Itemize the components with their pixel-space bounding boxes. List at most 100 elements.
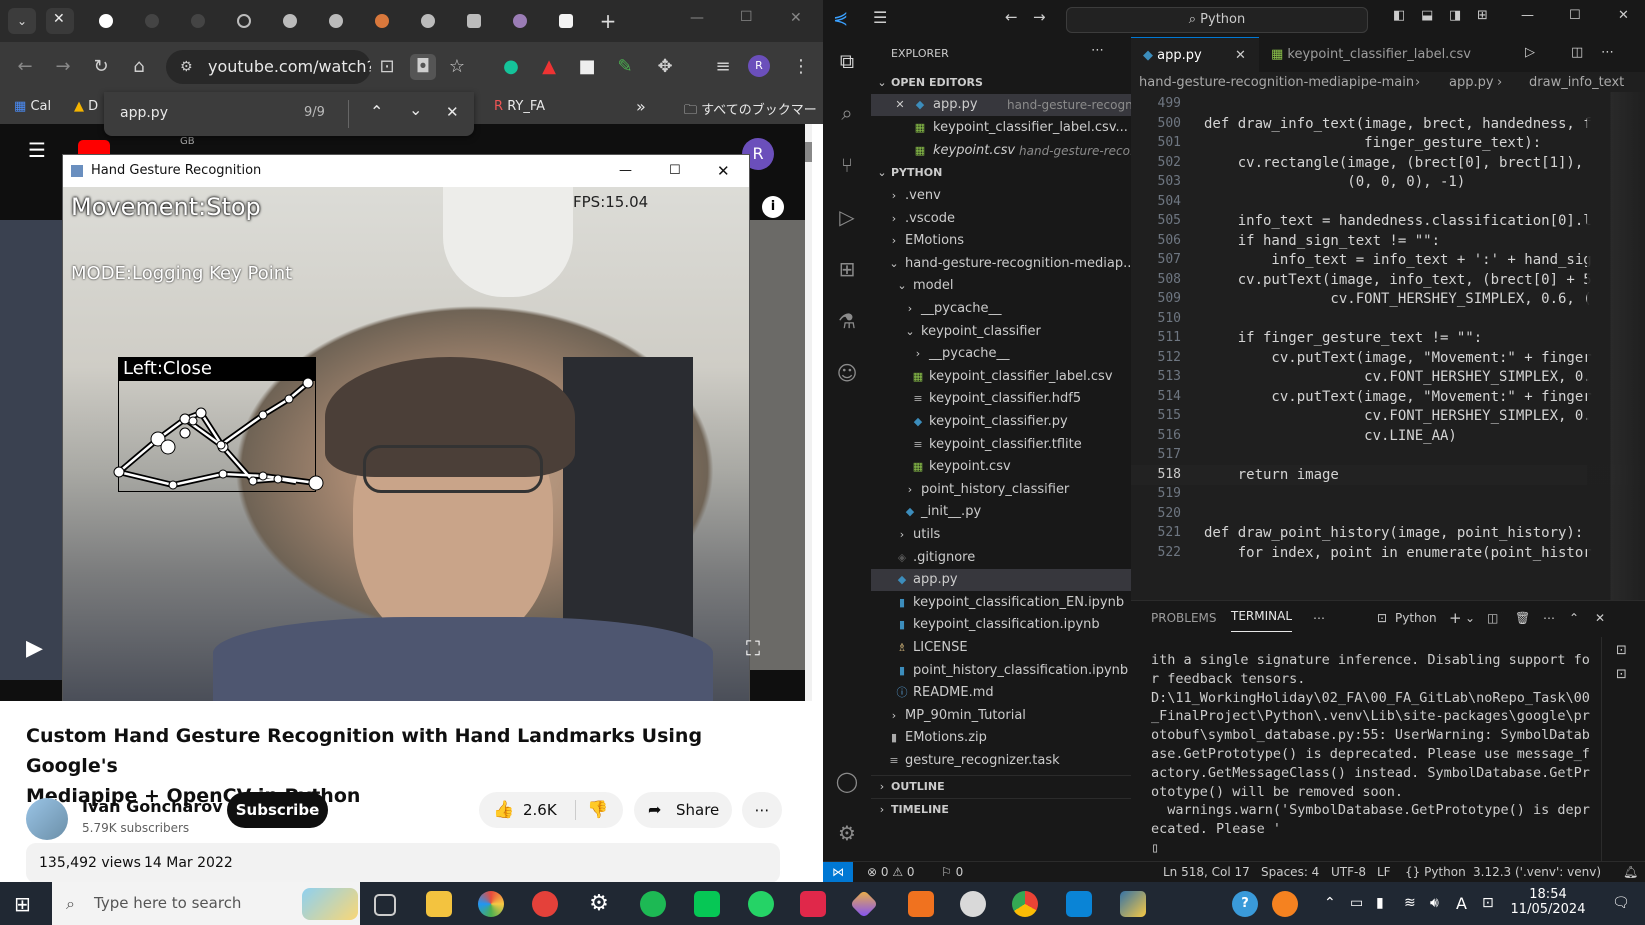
code-line[interactable]: 510 [1131, 309, 1645, 330]
tree-file[interactable]: ◆ keypoint_classifier.py [871, 411, 1131, 433]
tree-folder[interactable]: › .venv [871, 185, 1131, 207]
code-area[interactable]: 499 500 def draw_info_text(image, brect, h… [1131, 94, 1645, 600]
lens-icon[interactable]: ◘ [410, 54, 436, 80]
split-editor-icon[interactable]: ◫ [1571, 45, 1583, 60]
tree-folder[interactable]: › .vscode [871, 208, 1131, 230]
tree-folder[interactable]: › point_history_classifier [871, 479, 1131, 501]
device-icon[interactable]: ▭ [1350, 882, 1363, 925]
tab-keypoint-classifier-label[interactable]: ▦ keypoint_classifier_label.csv [1259, 37, 1499, 72]
photos-icon[interactable] [478, 891, 504, 917]
channel-avatar[interactable] [26, 798, 68, 840]
ime-indicator[interactable]: A [1456, 882, 1467, 925]
maximize-button[interactable]: ☐ [740, 9, 753, 25]
subscribe-button[interactable]: Subscribe [227, 792, 328, 828]
minimize-button[interactable]: — [619, 155, 632, 187]
code-line[interactable]: 514 cv.putText(image, "Movement:" + fing… [1131, 387, 1645, 408]
back-icon[interactable]: ← [12, 54, 38, 80]
tree-file[interactable]: ≡ gesture_recognizer.task [871, 750, 1131, 772]
notification-center-icon[interactable]: 🗨︎ [1612, 882, 1630, 925]
close-icon[interactable]: ✕ [893, 94, 907, 116]
tree-folder[interactable]: › EMotions [871, 230, 1131, 252]
browser-tab[interactable] [276, 8, 304, 34]
browser-tab[interactable] [552, 8, 580, 34]
new-tab-button[interactable]: + [594, 8, 622, 34]
outline-header[interactable]: › OUTLINE [871, 775, 1131, 798]
code-line[interactable]: 509 cv.FONT_HERSHEY_SIMPLEX, 0.6, ( [1131, 289, 1645, 310]
tree-file[interactable]: ◈ .gitignore [871, 547, 1131, 569]
tree-folder[interactable]: ⌄ hand-gesture-recognition-mediap... [871, 253, 1131, 275]
file-explorer-icon[interactable] [426, 891, 452, 917]
command-center[interactable]: ⌕ Python [1066, 7, 1368, 33]
reload-icon[interactable]: ↻ [88, 54, 114, 80]
bookmark-item[interactable]: R RY_FA [494, 99, 545, 114]
tree-file[interactable]: ⓘ README.md [871, 682, 1131, 704]
chevron-down-icon[interactable]: ⌄ [1465, 601, 1475, 635]
video-player[interactable]: ☰ GB R i Hand Gesture Recognition — ☐ ✕ [0, 124, 805, 701]
python-interpreter[interactable]: 3.12.3 ('.venv': venv) [1473, 862, 1601, 883]
tree-file[interactable]: ▦ keypoint_classifier_label.csv [871, 366, 1131, 388]
volume-icon[interactable]: 🔊︎ [1430, 882, 1439, 925]
tree-file[interactable]: ▦ keypoint.csv [871, 456, 1131, 478]
indentation[interactable]: Spaces: 4 [1261, 862, 1319, 883]
code-line[interactable]: 512 cv.putText(image, "Movement:" + fing… [1131, 348, 1645, 369]
encoding[interactable]: UTF-8 [1331, 862, 1366, 883]
tree-folder[interactable]: › MP_90min_Tutorial [871, 705, 1131, 727]
description-box[interactable]: 135,492 views 14 Mar 2022 [26, 843, 780, 882]
code-line[interactable]: 515 cv.FONT_HERSHEY_SIMPLEX, 0. [1131, 406, 1645, 427]
menu-icon[interactable]: ☰ [873, 8, 887, 27]
share-button[interactable]: ➦ Share [634, 792, 732, 828]
more-icon[interactable]: ⋯ [1601, 45, 1614, 60]
open-editor-item[interactable]: ✕ ◆ app.py hand-gesture-recogniti... [871, 94, 1131, 116]
close-tab-icon[interactable]: ✕ [53, 11, 65, 27]
vscode-icon[interactable] [1066, 891, 1092, 917]
new-terminal-icon[interactable]: + [1449, 601, 1462, 635]
tab-terminal[interactable]: TERMINAL [1231, 601, 1293, 632]
back-icon[interactable]: ← [1005, 8, 1018, 26]
menu-icon[interactable]: ☰ [28, 138, 46, 162]
bookmark-star-icon[interactable]: ☆ [444, 54, 470, 80]
terminal-output[interactable]: ith a single signature inference. Disabl… [1151, 651, 1590, 858]
language-mode[interactable]: {} Python [1405, 862, 1466, 883]
code-line[interactable]: 517 [1131, 445, 1645, 466]
minimize-button[interactable]: — [690, 10, 704, 26]
code-line[interactable]: 521 def draw_point_history(image, point_h… [1131, 523, 1645, 544]
breadcrumb-symbol[interactable]: draw_info_text [1529, 72, 1624, 94]
browser-tab[interactable] [414, 8, 442, 34]
accounts-icon[interactable]: ◯ [833, 767, 861, 795]
code-line[interactable]: 516 cv.LINE_AA) [1131, 426, 1645, 447]
extensions-icon[interactable]: ⊞ [833, 255, 861, 283]
code-line[interactable]: 508 cv.putText(image, info_text, (brect[… [1131, 270, 1645, 291]
close-tab-icon[interactable]: ✕ [1235, 38, 1246, 73]
run-debug-icon[interactable]: ▷ [833, 203, 861, 231]
taskbar-search[interactable]: ⌕ Type here to search [52, 882, 360, 925]
clock[interactable]: 18:54 11/05/2024 [1508, 882, 1588, 925]
cursor-position[interactable]: Ln 518, Col 17 [1163, 862, 1250, 883]
python-icon[interactable] [1120, 891, 1146, 917]
whatsapp-icon[interactable] [748, 891, 774, 917]
terminal-instance-icon[interactable]: ⊡ [1616, 643, 1627, 658]
acrobat-icon[interactable] [800, 891, 826, 917]
code-line[interactable]: 501 finger_gesture_text): [1131, 133, 1645, 154]
tree-folder[interactable]: ⌄ keypoint_classifier [871, 321, 1131, 343]
install-icon[interactable]: ⊡ [374, 54, 400, 80]
more-actions-button[interactable]: ⋯ [742, 792, 782, 828]
code-line[interactable]: 500 def draw_info_text(image, brect, hand… [1131, 114, 1645, 135]
info-icon[interactable]: i [762, 196, 784, 218]
bookmark-item[interactable]: ▦ Cal [14, 99, 51, 114]
source-control-icon[interactable]: ⑂ [833, 151, 861, 179]
media-control-icon[interactable]: ≡ [710, 54, 736, 80]
close-button[interactable]: ✕ [1618, 8, 1629, 23]
browser-tab[interactable] [322, 8, 350, 34]
weather-icon[interactable] [1272, 891, 1298, 917]
chevron-up-icon[interactable]: ⌃ [370, 102, 383, 121]
windows-start-icon[interactable]: ⊞ [14, 892, 31, 916]
tree-file[interactable]: ▮ keypoint_classification.ipynb [871, 614, 1131, 636]
profile-avatar[interactable]: R [748, 55, 770, 77]
notifications-bell-icon[interactable]: 🔔︎ [1623, 862, 1638, 883]
tree-folder[interactable]: › __pycache__ [871, 298, 1131, 320]
scrollbar-thumb[interactable] [805, 142, 812, 162]
spotify-icon[interactable] [640, 891, 666, 917]
remote-icon[interactable]: ⋈ [823, 862, 853, 883]
open-editors-header[interactable]: ⌄ OPEN EDITORS [871, 72, 1131, 94]
chevron-up-icon[interactable]: ⌃ [1324, 882, 1336, 925]
